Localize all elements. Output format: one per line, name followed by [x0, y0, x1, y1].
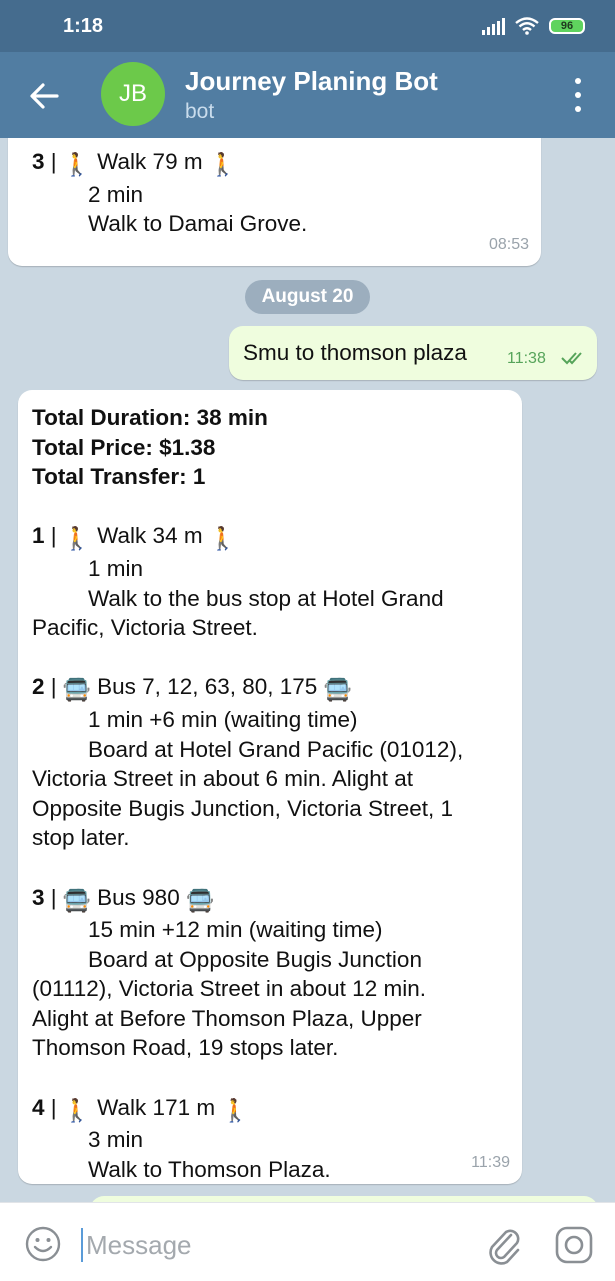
- total-duration: Total Duration: 38 min: [32, 405, 268, 430]
- walk-icon: 🚶: [221, 1097, 250, 1123]
- camera-icon[interactable]: [553, 1224, 595, 1266]
- step-duration: 2 min: [88, 181, 144, 207]
- step-detail: Board at Opposite Bugis Junction: [88, 946, 422, 972]
- walk-icon: 🚶: [208, 152, 237, 177]
- status-time: 1:18: [63, 15, 104, 37]
- more-menu-icon[interactable]: [563, 78, 593, 112]
- double-check-icon: [561, 352, 582, 365]
- signal-icon: [482, 17, 505, 35]
- walk-icon: 🚶: [208, 526, 237, 552]
- step-title: Walk 34 m: [90, 523, 209, 549]
- text-caret: [81, 1228, 83, 1262]
- message-bubble-outgoing: Smu to thomson plaza 11:38: [229, 326, 597, 380]
- bus-icon: 🚍: [323, 677, 352, 703]
- message-bubble-previous: 3 | 🚶 Walk 79 m 🚶 2 min Walk to Damai Gr…: [8, 138, 541, 266]
- step-number: 3: [32, 149, 45, 174]
- avatar[interactable]: JB: [101, 62, 165, 126]
- bus-icon: 🚍: [62, 887, 91, 913]
- step-number: 2: [32, 674, 45, 700]
- message-time: 08:53: [488, 236, 529, 254]
- step-duration: 15 min +12 min (waiting time): [88, 917, 383, 943]
- message-bubble-bot-reply: Total Duration: 38 min Total Price: $1.3…: [18, 390, 522, 1184]
- message-text: Smu to thomson plaza: [243, 340, 467, 365]
- message-time: 11:39: [471, 1154, 510, 1172]
- step-number: 4: [32, 1094, 45, 1120]
- back-arrow-icon[interactable]: [24, 76, 64, 116]
- walk-icon: 🚶: [62, 1097, 91, 1123]
- walk-icon: 🚶: [62, 152, 91, 177]
- step-title: Walk 79 m: [90, 149, 209, 174]
- status-icons: 96: [482, 14, 585, 38]
- step-duration: 1 min +6 min (waiting time): [88, 706, 358, 732]
- chat-header: JB Journey Planing Bot bot: [0, 52, 615, 138]
- battery-icon: 96: [549, 18, 585, 34]
- step-detail: Walk to the bus stop at Hotel Grand: [88, 585, 444, 611]
- chat-area[interactable]: 3 | 🚶 Walk 79 m 🚶 2 min Walk to Damai Gr…: [0, 138, 615, 1202]
- message-input[interactable]: [84, 1225, 468, 1265]
- step-detail: Alight at Before Thomson Plaza, Upper: [32, 1005, 422, 1031]
- bus-icon: 🚍: [62, 677, 91, 703]
- step-number: 3: [32, 884, 45, 910]
- step-detail: Pacific, Victoria Street.: [32, 615, 258, 641]
- walk-icon: 🚶: [62, 526, 91, 552]
- message-composer: [0, 1202, 615, 1281]
- route-step: 3 | 🚍 Bus 980 🚍 15 min +12 min (waiting t…: [32, 883, 463, 1064]
- step-detail: Thomson Road, 19 stops later.: [32, 1035, 339, 1061]
- step-detail: Victoria Street in about 6 min. Alight a…: [32, 766, 414, 792]
- route-step: 2 | 🚍 Bus 7, 12, 63, 80, 175 🚍 1 min +6 m…: [32, 672, 463, 853]
- step-detail: stop later.: [32, 825, 130, 851]
- step-title: Bus 7, 12, 63, 80, 175: [90, 674, 324, 700]
- step-title: Walk 171 m: [90, 1094, 222, 1120]
- step-duration: 3 min: [88, 1127, 144, 1153]
- step-header: 3 | 🚍 Bus 980 🚍: [32, 883, 463, 916]
- bus-icon: 🚍: [185, 887, 214, 913]
- chat-title[interactable]: Journey Planing Bot: [185, 66, 438, 97]
- date-separator: August 20: [245, 280, 370, 314]
- route-step: 4 | 🚶 Walk 171 m 🚶 3 min Walk to Thomson P…: [32, 1093, 463, 1185]
- step-detail: Walk to Thomson Plaza.: [88, 1156, 331, 1182]
- total-transfer: Total Transfer: 1: [32, 464, 206, 490]
- step-number: 1: [32, 523, 45, 549]
- step-detail: Board at Hotel Grand Pacific (01012),: [88, 736, 464, 762]
- step-header: 2 | 🚍 Bus 7, 12, 63, 80, 175 🚍: [32, 672, 463, 705]
- step-duration: 1 min: [88, 555, 144, 581]
- route-step: 1 | 🚶 Walk 34 m 🚶 1 min Walk to the bus st…: [32, 521, 463, 642]
- wifi-icon: [515, 17, 539, 35]
- step-title: Bus 980: [90, 884, 186, 910]
- status-bar: 1:18 96: [0, 0, 615, 52]
- step-detail: Opposite Bugis Junction, Victoria Street…: [32, 795, 454, 821]
- attach-icon[interactable]: [484, 1223, 524, 1265]
- step-header: 4 | 🚶 Walk 171 m 🚶: [32, 1093, 463, 1126]
- message-time: 11:38: [507, 350, 546, 367]
- route-steps: 1 | 🚶 Walk 34 m 🚶 1 min Walk to the bus st…: [32, 521, 463, 1184]
- total-price: Total Price: $1.38: [32, 434, 216, 460]
- chat-subtitle: bot: [185, 100, 215, 123]
- step-header: 1 | 🚶 Walk 34 m 🚶: [32, 521, 463, 554]
- step-detail: (01112), Victoria Street in about 12 min…: [32, 976, 426, 1002]
- step-detail: Walk to Damai Grove.: [88, 211, 308, 237]
- emoji-icon[interactable]: [24, 1225, 62, 1263]
